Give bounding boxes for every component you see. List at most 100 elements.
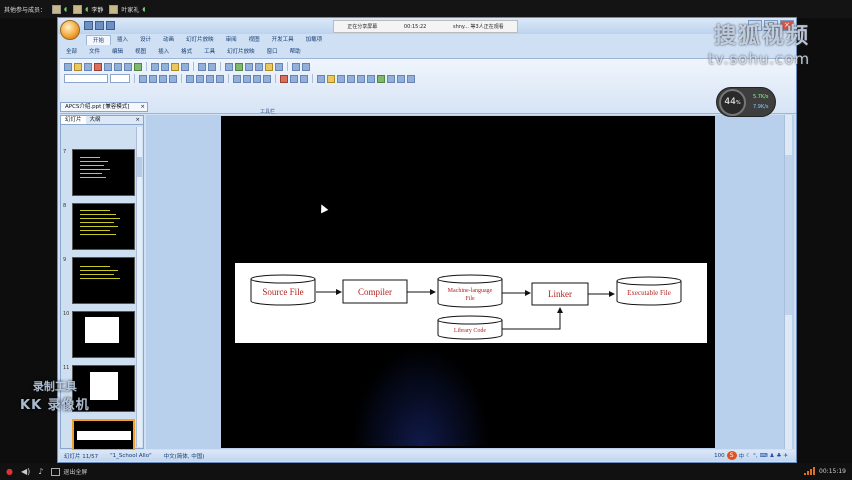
- font-name-combo[interactable]: [64, 74, 108, 83]
- permission-icon[interactable]: [94, 62, 102, 71]
- slide-thumbnail[interactable]: [72, 311, 135, 358]
- undo-icon[interactable]: [198, 62, 206, 71]
- design-icon[interactable]: [290, 74, 298, 83]
- save-icon[interactable]: [84, 21, 93, 30]
- punctuation-icon[interactable]: °,: [753, 453, 758, 459]
- redo-icon[interactable]: [106, 21, 115, 30]
- chart-icon[interactable]: [245, 62, 253, 71]
- shadow-icon[interactable]: [169, 74, 177, 83]
- user-icon[interactable]: ♟: [770, 453, 775, 459]
- undo-icon[interactable]: [95, 21, 104, 30]
- redo-icon[interactable]: [208, 62, 216, 71]
- shirt-icon[interactable]: ♣: [776, 453, 781, 459]
- copy-icon[interactable]: [161, 62, 169, 71]
- slide-thumbnail-selected[interactable]: [72, 419, 135, 451]
- tab-slides[interactable]: 幻灯片: [61, 116, 86, 124]
- decrease-font-icon[interactable]: [263, 74, 271, 83]
- current-slide[interactable]: Source File Compiler Machine-language Fi…: [221, 116, 715, 448]
- new-slide-icon[interactable]: [300, 74, 308, 83]
- open-icon[interactable]: [74, 62, 82, 71]
- new-icon[interactable]: [64, 62, 72, 71]
- tab-outline[interactable]: 大纲: [86, 116, 105, 124]
- wordart-icon[interactable]: [387, 74, 395, 83]
- office-button[interactable]: [60, 20, 80, 40]
- paste-icon[interactable]: [171, 62, 179, 71]
- thumbnail-scrollbar[interactable]: [136, 127, 142, 447]
- slide-thumbnail-row[interactable]: 7: [61, 149, 141, 197]
- align-left-icon[interactable]: [186, 74, 194, 83]
- underline-icon[interactable]: [159, 74, 167, 83]
- participant-2[interactable]: ◖ 李静: [73, 4, 103, 14]
- preview-icon[interactable]: [124, 62, 132, 71]
- menu-edit[interactable]: 编辑: [106, 48, 129, 57]
- arrange-icon[interactable]: [347, 74, 355, 83]
- spelling-icon[interactable]: [134, 62, 142, 71]
- draw-icon[interactable]: [317, 74, 325, 83]
- bullets-icon[interactable]: [233, 74, 241, 83]
- tab-slideshow[interactable]: 幻灯片放映: [180, 35, 220, 45]
- slide-thumbnail[interactable]: [72, 203, 135, 250]
- format-painter-icon[interactable]: [181, 62, 189, 71]
- cut-icon[interactable]: [151, 62, 159, 71]
- exit-fullscreen-button[interactable]: 退出全屏: [51, 467, 87, 476]
- menu-insert[interactable]: 插入: [152, 48, 175, 57]
- menu-all[interactable]: 全部: [60, 48, 83, 57]
- tab-developer[interactable]: 开发工具: [266, 35, 300, 45]
- tools-icon[interactable]: ✈: [783, 453, 788, 459]
- participant-3[interactable]: 叶家礼 ◖: [109, 4, 146, 14]
- table-icon[interactable]: [235, 62, 243, 71]
- save-icon[interactable]: [84, 62, 92, 71]
- font-color-icon[interactable]: [280, 74, 288, 83]
- menu-format[interactable]: 格式: [175, 48, 198, 57]
- more-icon[interactable]: [407, 74, 415, 83]
- network-speed-gauge[interactable]: 44% 5.7K/s 7.9K/s: [716, 87, 776, 117]
- tab-animation[interactable]: 动画: [157, 35, 180, 45]
- picture-icon[interactable]: [265, 62, 273, 71]
- tab-review[interactable]: 审阅: [220, 35, 243, 45]
- rotate-icon[interactable]: [357, 74, 365, 83]
- close-icon[interactable]: ×: [132, 116, 143, 124]
- zoom-icon[interactable]: [292, 62, 300, 71]
- slide-thumbnail[interactable]: [72, 257, 135, 304]
- sogou-ime-icon[interactable]: S: [726, 451, 737, 460]
- line-color-icon[interactable]: [337, 74, 345, 83]
- textbox-icon[interactable]: [255, 62, 263, 71]
- italic-icon[interactable]: [149, 74, 157, 83]
- slide-thumbnail[interactable]: [72, 149, 135, 196]
- menu-slideshow[interactable]: 幻灯片放映: [221, 48, 261, 57]
- close-icon[interactable]: ×: [140, 103, 145, 111]
- menu-help[interactable]: 帮助: [284, 48, 307, 57]
- align-icon[interactable]: [367, 74, 375, 83]
- document-tab[interactable]: APCS介绍.ppt [兼容模式] ×: [60, 102, 148, 112]
- menu-file[interactable]: 文件: [83, 48, 106, 57]
- slide-thumbnail-row[interactable]: 8: [61, 203, 141, 251]
- align-center-icon[interactable]: [196, 74, 204, 83]
- scrollbar-thumb[interactable]: [785, 155, 792, 315]
- tab-design[interactable]: 设计: [134, 35, 157, 45]
- bold-icon[interactable]: [139, 74, 147, 83]
- fill-color-icon[interactable]: [327, 74, 335, 83]
- tab-insert[interactable]: 插入: [111, 35, 134, 45]
- slide-scrollbar[interactable]: [784, 115, 792, 449]
- participant-1[interactable]: ◖: [52, 4, 67, 14]
- slide-thumbnail-row[interactable]: 10: [61, 311, 141, 359]
- align-right-icon[interactable]: [206, 74, 214, 83]
- effects-icon[interactable]: [377, 74, 385, 83]
- speaker-icon[interactable]: ◀): [21, 467, 30, 476]
- microphone-icon[interactable]: ♪: [38, 467, 43, 476]
- keyboard-icon[interactable]: ⌨: [760, 453, 768, 459]
- tab-view[interactable]: 视图: [243, 35, 266, 45]
- print-icon[interactable]: [114, 62, 122, 71]
- scrollbar-thumb[interactable]: [137, 157, 142, 177]
- ime-mode-label[interactable]: 中: [739, 452, 745, 460]
- tab-home[interactable]: 开始: [86, 35, 112, 45]
- menu-view[interactable]: 视图: [129, 48, 152, 57]
- email-icon[interactable]: [104, 62, 112, 71]
- slide-thumbnail-row[interactable]: 9: [61, 257, 141, 305]
- menu-tools[interactable]: 工具: [198, 48, 221, 57]
- link-icon[interactable]: [225, 62, 233, 71]
- numbering-icon[interactable]: [243, 74, 251, 83]
- justify-icon[interactable]: [216, 74, 224, 83]
- menu-window[interactable]: 窗口: [261, 48, 284, 57]
- help-icon[interactable]: [302, 62, 310, 71]
